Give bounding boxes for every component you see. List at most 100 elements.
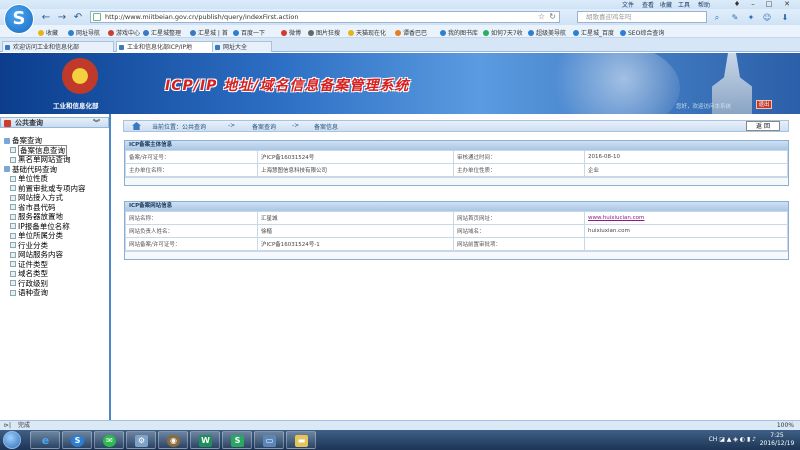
sidebar-item[interactable]: 网站服务内容 (0, 250, 109, 260)
collapse-icon[interactable]: ︾ (93, 118, 100, 128)
refresh-icon[interactable]: ↻ (549, 12, 556, 21)
sidebar-toggle-icon[interactable]: ⊳| (4, 421, 11, 430)
sidebar-item[interactable]: 语种查询 (0, 288, 109, 298)
back-icon[interactable]: ← (40, 12, 52, 24)
fav-item[interactable]: 游戏中心 (108, 28, 140, 37)
taskbar-wechat[interactable]: ✉ (94, 431, 124, 449)
query-icon (4, 120, 11, 127)
fav-item[interactable]: 图片狂搜 (308, 28, 340, 37)
panel-title: ICP备案主体信息 (125, 141, 788, 150)
minimize-icon[interactable]: – (746, 0, 760, 9)
fav-item[interactable]: 百度一下 (233, 28, 265, 37)
taskbar-360[interactable]: S (62, 431, 92, 449)
taskbar-word[interactable]: W (190, 431, 220, 449)
value-cell: 汇星城 (257, 211, 454, 225)
label-cell: 网站名称： (125, 211, 258, 225)
close-icon[interactable]: ✕ (780, 0, 794, 9)
table-row: 备案/许可证号： 沪ICP备16031524号 审核通过时间： 2016-08-… (125, 150, 788, 164)
fav-item[interactable]: 微博 (281, 28, 301, 37)
taskbar-app[interactable]: ⚙ (126, 431, 156, 449)
sidebar-item[interactable]: 单位性质 (0, 174, 109, 184)
taskbar: e S ✉ ⚙ ◉ W S ▭ ▬ CH ◪ ▲ ◈ ◐ ▮ ♪ 7:25 20… (0, 430, 800, 450)
breadcrumb-location: 当前位置：公共查询 (152, 124, 207, 131)
menu-view[interactable]: 查看 (642, 0, 654, 9)
sidebar-item[interactable]: 网站接入方式 (0, 193, 109, 203)
sidebar-item[interactable]: 前置审批或专项内容 (0, 184, 109, 194)
clock[interactable]: 7:25 2016/12/19 (757, 432, 797, 448)
site-info-table: 网站名称： 汇星城 网站首页网址： www.huixiucian.com 网站负… (125, 211, 788, 251)
sidebar-item[interactable]: 行政级别 (0, 279, 109, 289)
sidebar-item[interactable]: 证件类型 (0, 260, 109, 270)
doc-icon (10, 242, 16, 248)
start-button[interactable] (3, 431, 21, 449)
fav-item[interactable]: SEO综合查询 (620, 28, 664, 37)
taskbar-media[interactable]: ◉ (158, 431, 188, 449)
undo-icon[interactable]: ↶ (72, 12, 84, 24)
taskbar-window[interactable]: ▭ (254, 431, 284, 449)
browser-logo-icon[interactable]: S (4, 4, 34, 34)
user-icon[interactable]: ☺ (762, 13, 772, 23)
fav-item[interactable]: 超级美导航 (528, 28, 566, 37)
fav-item[interactable]: 网址导航 (68, 28, 100, 37)
tab-welcome[interactable]: 欢迎访问工业和信息化部 (2, 41, 114, 52)
fav-item[interactable]: 谭香巴巴 (395, 28, 427, 37)
breadcrumb-level2[interactable]: 备案查询 (252, 122, 276, 131)
exit-button[interactable]: 退出 (756, 100, 772, 109)
fav-item[interactable]: 汇星城_百度 (573, 28, 614, 37)
sidebar: 公共查询 ︾ 备案查询 备案信息查询 黑名单网站查询 基础代码查询 单位性质 前… (0, 114, 111, 420)
home-icon[interactable] (132, 122, 141, 130)
zoom-level[interactable]: 100% (777, 421, 794, 430)
sidebar-item[interactable]: 行业分类 (0, 241, 109, 251)
page-icon (119, 45, 124, 50)
address-url[interactable]: http://www.miitbeian.gov.cn/publish/quer… (105, 13, 299, 21)
search-input[interactable]: 胡歌喜迎鸡年吗 (577, 11, 707, 23)
taskbar-folder[interactable]: ▬ (286, 431, 316, 449)
fav-item[interactable]: 天猫现在化 (348, 28, 386, 37)
fav-item[interactable]: 如何7天7收 (483, 28, 523, 37)
sidebar-header[interactable]: 公共查询 ︾ (0, 117, 109, 128)
taskbar-sheet[interactable]: S (222, 431, 252, 449)
maximize-icon[interactable]: □ (762, 0, 776, 9)
menu-favorites[interactable]: 收藏 (660, 0, 672, 9)
menu-file[interactable]: 文件 (622, 0, 634, 9)
tools-icon[interactable]: ✎ (730, 13, 740, 23)
homepage-link[interactable]: www.huixiucian.com (588, 215, 644, 221)
forward-icon[interactable]: → (56, 12, 68, 24)
sidebar-item[interactable]: 备案信息查询 (0, 144, 109, 156)
doc-icon (10, 251, 16, 258)
sidebar-item[interactable]: 服务器放置地 (0, 212, 109, 222)
tray-icon[interactable]: ◪ ▲ ◈ ◐ ▮ ♪ (719, 436, 756, 443)
sidebar-item[interactable]: 单位所属分类 (0, 231, 109, 241)
doc-icon (10, 204, 16, 210)
lang-indicator[interactable]: CH (709, 436, 718, 443)
breadcrumb: 当前位置：公共查询 -> 备案查询 -> 备案信息 返 回 (123, 120, 789, 132)
fav-item[interactable]: 收藏 (38, 28, 58, 37)
menu-help[interactable]: 帮助 (698, 0, 710, 9)
label-cell: 网站负责人姓名： (125, 224, 258, 238)
address-bar[interactable]: http://www.miitbeian.gov.cn/publish/quer… (90, 11, 560, 23)
tab-directory[interactable]: 网址大全 (212, 41, 272, 52)
sidebar-item[interactable]: IP报备单位名称 (0, 222, 109, 232)
app-icon: ⚙ (135, 435, 148, 447)
label-cell: 网站备案/许可证号： (125, 237, 258, 251)
site-info-panel: ICP备案网站信息 网站名称： 汇星城 网站首页网址： www.huixiuci… (124, 201, 789, 260)
page-security-icon (93, 13, 101, 21)
menu-tools[interactable]: 工具 (678, 0, 690, 9)
fav-item[interactable]: 我的图书库 (440, 28, 478, 37)
fav-item[interactable]: 汇星城整理 (143, 28, 181, 37)
taskbar-ie[interactable]: e (30, 431, 60, 449)
download-icon[interactable]: ⬇ (780, 13, 790, 23)
fav-item[interactable]: 汇星城 | 首 (190, 28, 228, 37)
back-button[interactable]: 返 回 (746, 121, 780, 131)
search-icon[interactable]: ⌕ (712, 13, 722, 23)
sidebar-group[interactable]: 基础代码查询 (0, 165, 109, 175)
extension-icon[interactable]: ✦ (746, 13, 756, 23)
sidebar-item[interactable]: 域名类型 (0, 269, 109, 279)
skin-icon[interactable]: ♦ (730, 0, 744, 9)
welcome-text: 您好，欢迎访问本系统 (676, 104, 732, 110)
sidebar-item[interactable]: 省市县代码 (0, 203, 109, 213)
sidebar-item[interactable]: 黑名单网站查询 (0, 155, 109, 165)
value-cell: 沪ICP备16031524号-1 (257, 237, 454, 251)
favorite-star-icon[interactable]: ☆ (538, 12, 545, 21)
doc-icon (10, 194, 16, 201)
